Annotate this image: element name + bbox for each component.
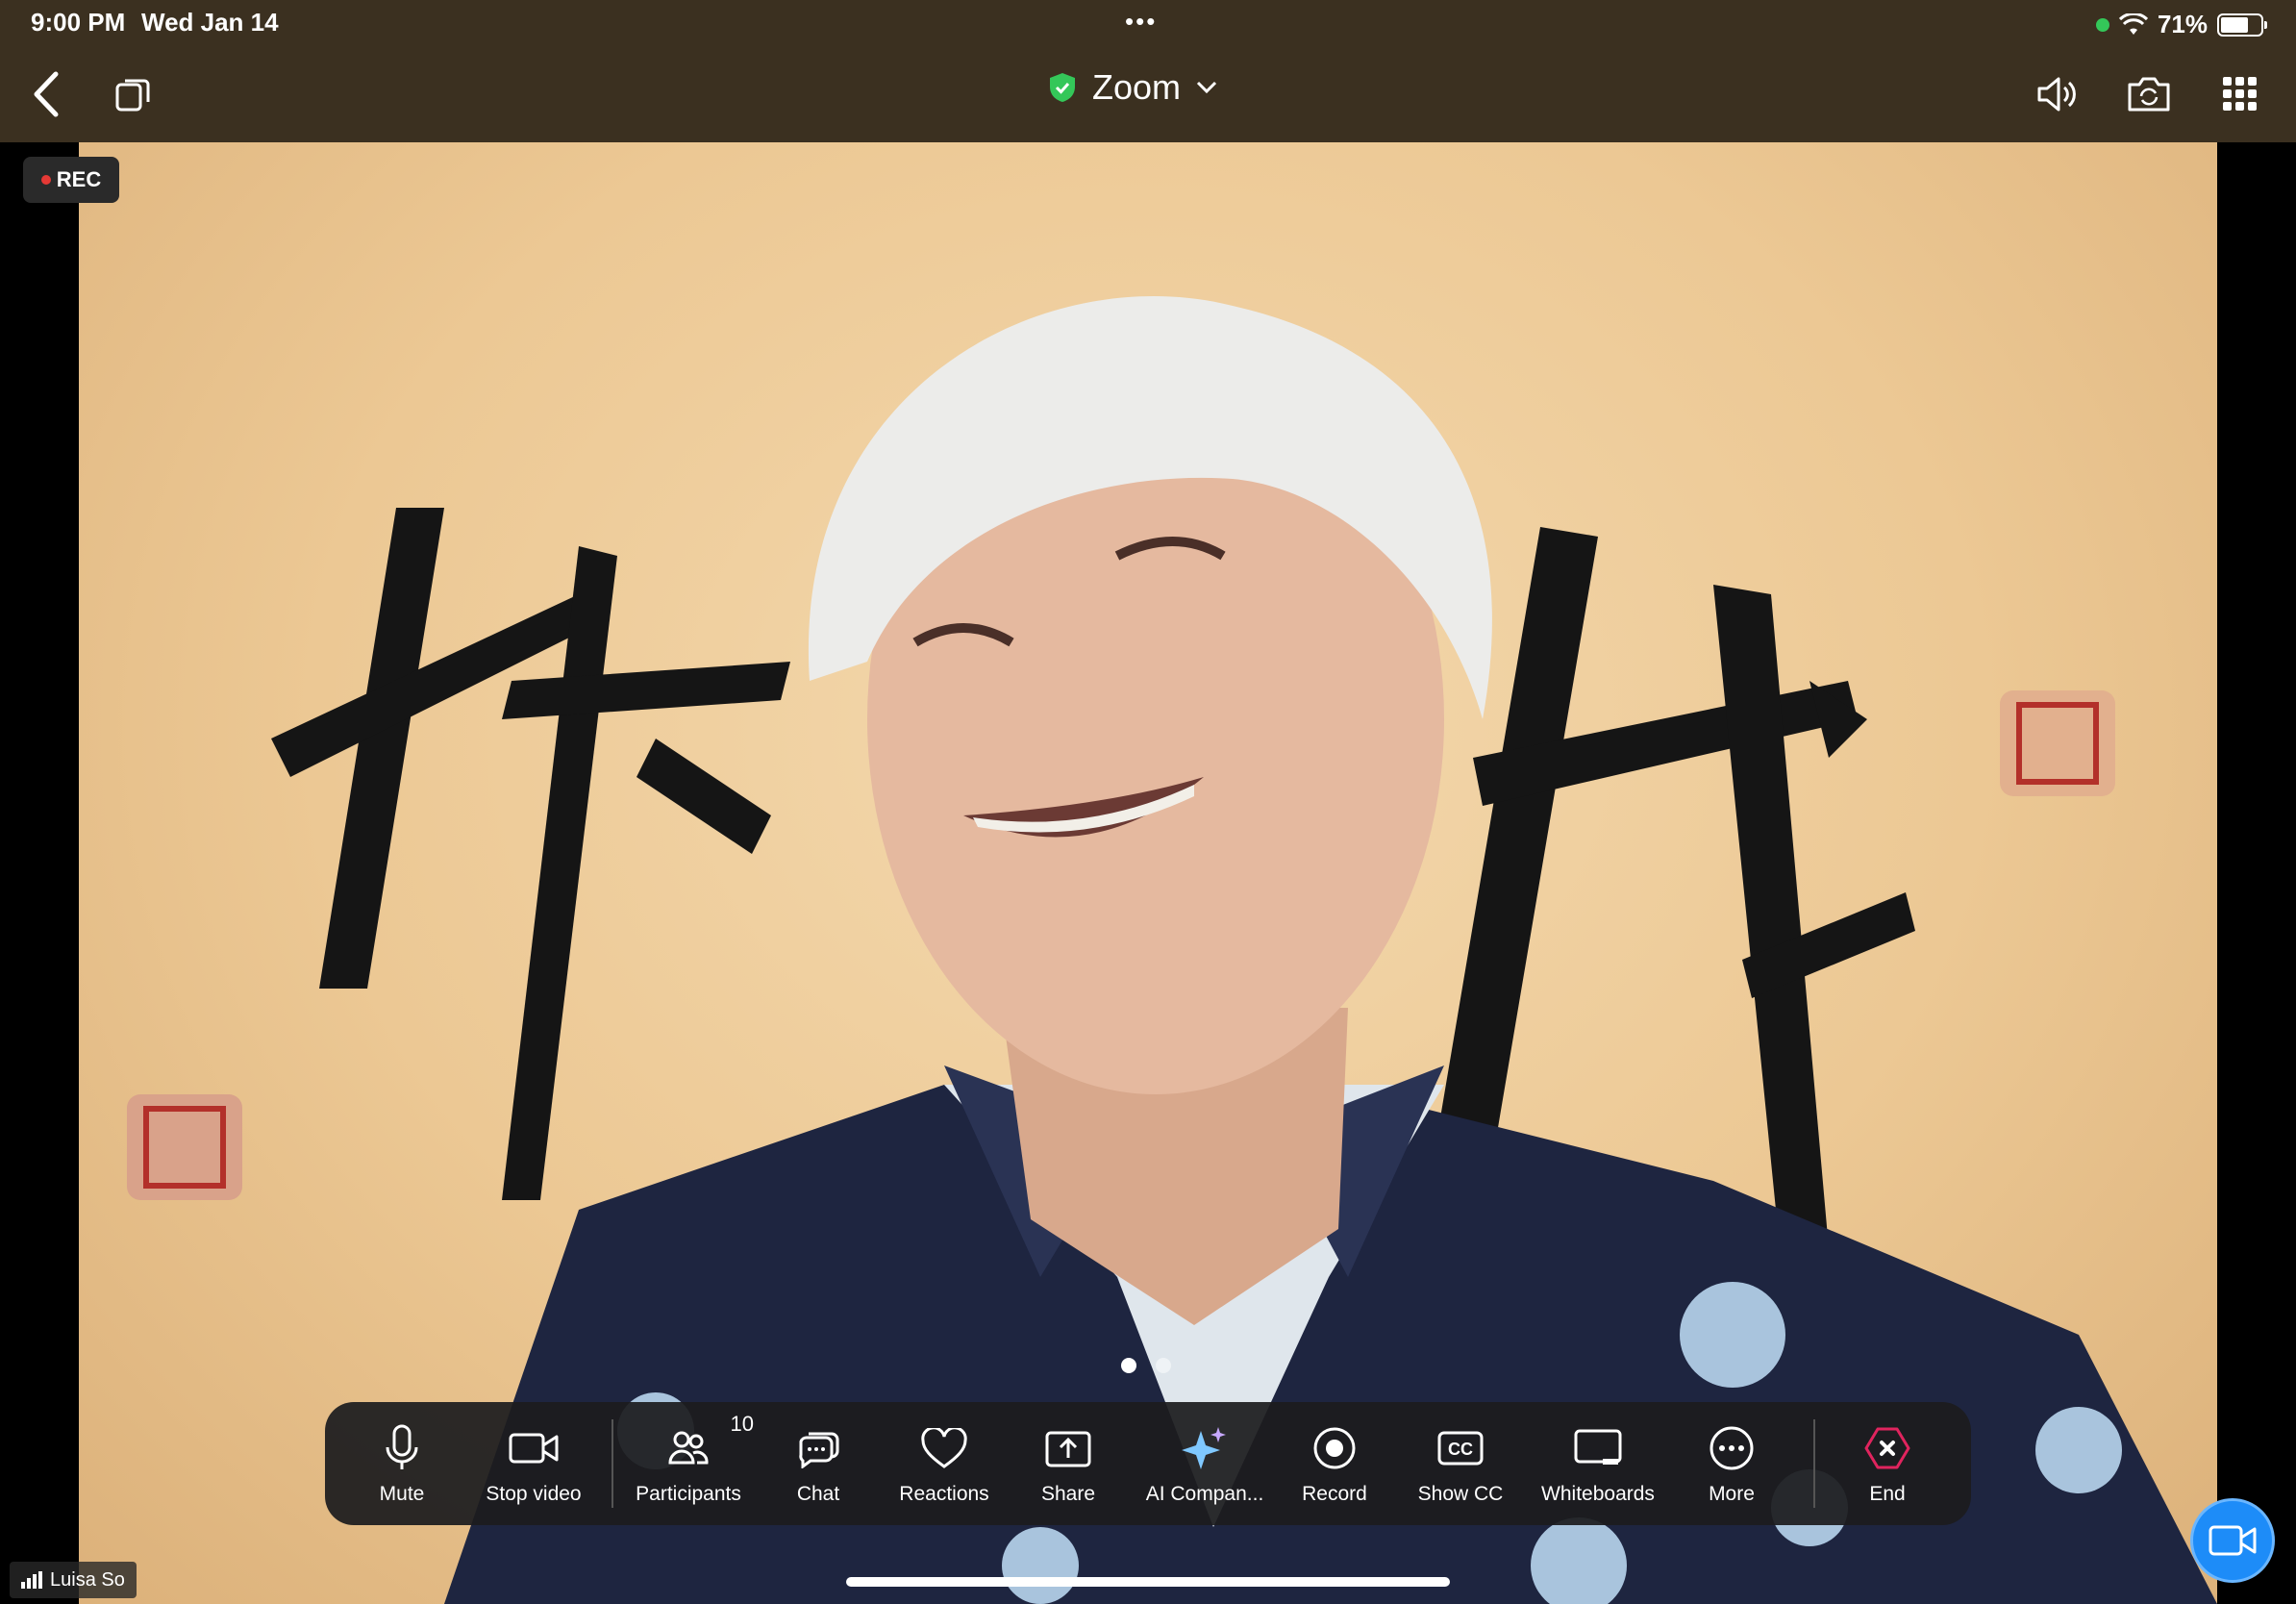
svg-text:CC: CC xyxy=(1448,1440,1473,1459)
battery-icon xyxy=(2217,13,2267,37)
meeting-top-bar: Zoom xyxy=(0,46,2296,142)
battery-percent: 71% xyxy=(2157,10,2208,38)
stop-video-button[interactable]: Stop video xyxy=(471,1402,596,1525)
toolbar-divider xyxy=(1813,1419,1815,1508)
multitasking-dots-icon[interactable]: ••• xyxy=(1125,9,1157,34)
switch-camera-icon[interactable] xyxy=(2112,58,2185,131)
video-camera-icon xyxy=(2209,1525,2257,1556)
status-date: Wed Jan 14 xyxy=(141,8,279,37)
show-cc-button[interactable]: CC Show CC xyxy=(1408,1402,1513,1525)
more-label: More xyxy=(1709,1483,1755,1505)
microphone-icon xyxy=(373,1421,431,1475)
home-indicator[interactable] xyxy=(846,1577,1450,1587)
end-icon xyxy=(1859,1421,1916,1475)
apps-grid-icon[interactable] xyxy=(2204,58,2277,131)
back-chevron-icon[interactable] xyxy=(10,58,83,131)
page-dot[interactable] xyxy=(1156,1358,1171,1373)
participant-name-tag: Luisa So xyxy=(10,1562,137,1598)
speaker-icon[interactable] xyxy=(2021,58,2094,131)
wifi-icon xyxy=(2118,13,2148,35)
record-icon xyxy=(1306,1421,1363,1475)
status-time: 9:00 PM xyxy=(31,8,126,37)
participant-count-badge: 10 xyxy=(730,1412,754,1436)
whiteboards-label: Whiteboards xyxy=(1541,1483,1655,1505)
mute-label: Mute xyxy=(379,1483,425,1505)
participant-name: Luisa So xyxy=(50,1568,125,1591)
signal-strength-icon xyxy=(21,1571,42,1589)
chevron-down-icon xyxy=(1196,81,1217,94)
end-label: End xyxy=(1869,1483,1906,1505)
recording-dot-icon xyxy=(40,175,51,185)
share-button[interactable]: Share xyxy=(1025,1402,1111,1525)
toolbar-divider xyxy=(611,1419,613,1508)
reactions-button[interactable]: Reactions xyxy=(890,1402,998,1525)
heart-icon xyxy=(915,1421,973,1475)
chat-label: Chat xyxy=(796,1483,840,1505)
status-indicators: 71% xyxy=(2095,10,2267,39)
ai-companion-label: AI Compan... xyxy=(1145,1483,1264,1505)
recording-badge: REC xyxy=(23,157,119,203)
reactions-label: Reactions xyxy=(899,1483,989,1505)
sparkle-icon xyxy=(1176,1421,1234,1475)
participants-icon: 10 xyxy=(660,1412,754,1475)
video-camera-icon xyxy=(505,1421,562,1475)
ai-companion-button[interactable]: AI Compan... xyxy=(1142,1402,1267,1525)
more-icon xyxy=(1703,1421,1760,1475)
meeting-title-dropdown[interactable]: Zoom xyxy=(1048,67,1217,108)
whiteboard-icon xyxy=(1569,1421,1627,1475)
page-indicator[interactable] xyxy=(1121,1358,1171,1373)
camera-in-use-dot-icon xyxy=(2095,17,2109,32)
stop-video-label: Stop video xyxy=(486,1483,582,1505)
record-button[interactable]: Record xyxy=(1286,1402,1383,1525)
video-frame-image xyxy=(127,296,2217,1604)
show-cc-label: Show CC xyxy=(1417,1483,1504,1505)
share-label: Share xyxy=(1040,1483,1096,1505)
chat-button[interactable]: Chat xyxy=(775,1402,861,1525)
participants-label: Participants xyxy=(636,1483,741,1505)
cc-icon: CC xyxy=(1432,1421,1489,1475)
speaker-video-feed[interactable] xyxy=(79,142,2217,1604)
encrypted-shield-icon xyxy=(1050,73,1075,102)
page-dot-active[interactable] xyxy=(1121,1358,1136,1373)
participants-button[interactable]: 10 Participants xyxy=(631,1402,754,1525)
whiteboards-button[interactable]: Whiteboards xyxy=(1531,1402,1665,1525)
mute-button[interactable]: Mute xyxy=(354,1402,450,1525)
meeting-title: Zoom xyxy=(1092,67,1182,107)
meeting-toolbar: Mute Stop video 10 Participants Chat Rea… xyxy=(325,1402,1971,1525)
status-bar: 9:00 PM Wed Jan 14 ••• 71% xyxy=(0,0,2296,46)
minimize-window-icon[interactable] xyxy=(96,58,169,131)
video-floating-button[interactable] xyxy=(2190,1498,2275,1583)
recording-label: REC xyxy=(56,167,102,191)
chat-icon xyxy=(789,1421,847,1475)
record-label: Record xyxy=(1302,1483,1367,1505)
end-meeting-button[interactable]: End xyxy=(1844,1402,1931,1525)
more-button[interactable]: More xyxy=(1688,1402,1775,1525)
share-icon xyxy=(1039,1421,1097,1475)
